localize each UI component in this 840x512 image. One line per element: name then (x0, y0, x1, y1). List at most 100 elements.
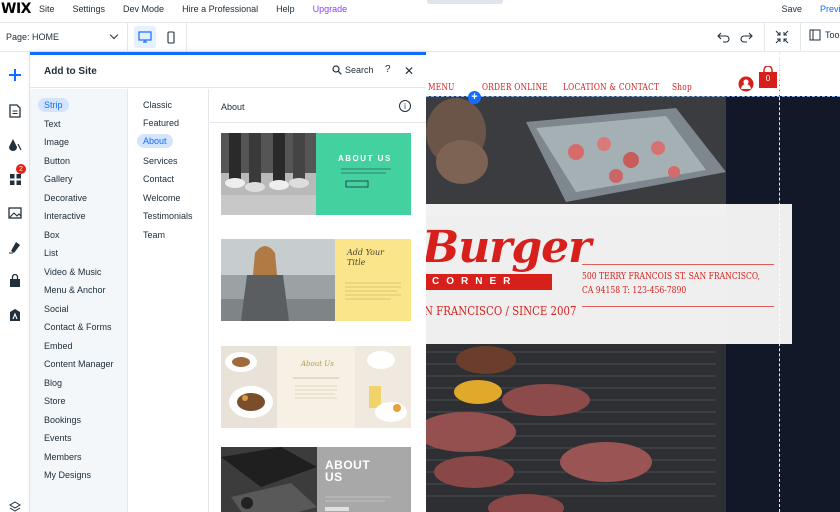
thumb1-heading: ABOUT US (338, 154, 392, 163)
category-decorative[interactable]: Decorative (44, 193, 87, 203)
design-button[interactable] (4, 134, 26, 156)
nav-shop[interactable]: Shop (672, 83, 692, 93)
subcategory-services[interactable]: Services (143, 156, 178, 166)
plus-icon (9, 69, 21, 81)
add-elements-button[interactable] (4, 64, 26, 86)
ascend-icon (10, 309, 20, 321)
about-preset-thumbnail-2[interactable]: Add Your Title (221, 239, 411, 321)
category-events[interactable]: Events (44, 433, 72, 443)
about-preset-thumbnail-4[interactable]: ABOUT US (221, 447, 411, 512)
preview-button[interactable]: Preview (820, 4, 840, 14)
address-divider (582, 306, 774, 307)
undo-button[interactable] (716, 29, 732, 45)
cart-icon[interactable]: 0 (758, 66, 778, 88)
category-interactive[interactable]: Interactive (44, 211, 86, 221)
category-strip[interactable]: Strip (38, 98, 69, 112)
save-button[interactable]: Save (781, 4, 802, 14)
media-button[interactable] (4, 202, 26, 224)
tools-button[interactable]: Tools (809, 29, 840, 41)
subcategory-contact[interactable]: Contact (143, 174, 174, 184)
shopping-bag-icon (10, 274, 20, 287)
menu-settings[interactable]: Settings (73, 4, 106, 14)
about-preset-thumbnail-1[interactable]: ABOUT US (221, 133, 411, 215)
category-contact-forms[interactable]: Contact & Forms (44, 322, 112, 332)
hero-title: Burger (426, 222, 591, 273)
close-icon[interactable]: ✕ (404, 64, 414, 78)
category-social[interactable]: Social (44, 304, 69, 314)
menu-upgrade[interactable]: Upgrade (313, 4, 348, 14)
category-members[interactable]: Members (44, 452, 82, 462)
about-preset-thumbnail-3[interactable]: About Us (221, 346, 411, 428)
cart-count: 0 (765, 74, 771, 83)
category-blog[interactable]: Blog (44, 378, 62, 388)
info-icon[interactable]: i (399, 100, 411, 112)
paint-drop-icon (9, 139, 22, 151)
add-section-plus-icon[interactable]: + (468, 91, 481, 104)
subcategory-welcome[interactable]: Welcome (143, 193, 180, 203)
subcategory-featured[interactable]: Featured (143, 118, 179, 128)
search-icon (332, 65, 342, 75)
category-content-manager[interactable]: Content Manager (44, 359, 114, 369)
category-list[interactable]: List (44, 248, 58, 258)
panel-search-button[interactable]: Search (332, 65, 374, 75)
nav-order-online[interactable]: ORDER ONLINE (482, 83, 548, 93)
preset-previews: About i ABOUT US Add Your Title About Us… (210, 89, 426, 512)
hero-banner[interactable]: Burger CORNER N FRANCISCO / SINCE 2007 5… (426, 204, 792, 344)
menu-site[interactable]: Site (39, 4, 55, 14)
subcategory-about[interactable]: About (137, 134, 173, 148)
top-center-tab (427, 0, 503, 4)
zoom-fit-button[interactable] (774, 29, 790, 45)
blog-button[interactable] (4, 236, 26, 258)
menu-dev-mode[interactable]: Dev Mode (123, 4, 164, 14)
category-image[interactable]: Image (44, 137, 69, 147)
category-box[interactable]: Box (44, 230, 60, 240)
category-video-music[interactable]: Video & Music (44, 267, 101, 277)
page-selector[interactable]: Page: HOME (0, 23, 128, 51)
redo-button[interactable] (738, 29, 754, 45)
header-boundary (426, 96, 840, 97)
layers-button[interactable] (4, 496, 26, 512)
collapse-arrows-icon (775, 30, 789, 44)
panel-title: Add to Site (44, 66, 97, 77)
toolbar-divider (186, 23, 187, 51)
category-embed[interactable]: Embed (44, 341, 73, 351)
category-bookings[interactable]: Bookings (44, 415, 81, 425)
editor-toolbar: Page: HOME Tools (0, 22, 840, 52)
add-to-site-panel: Add to Site Search ? ✕ Strip Text Image … (30, 52, 426, 512)
panel-header: Add to Site Search ? ✕ (30, 55, 426, 88)
store-button[interactable] (4, 270, 26, 292)
wix-logo[interactable]: WIX (1, 1, 39, 17)
menu-hire-professional[interactable]: Hire a Professional (182, 4, 258, 14)
address-divider (582, 264, 774, 265)
category-button[interactable]: Button (44, 156, 70, 166)
nav-location-contact[interactable]: LOCATION & CONTACT (563, 83, 659, 93)
subcategory-testimonials[interactable]: Testimonials (143, 211, 193, 221)
tools-icon (809, 29, 821, 41)
ascend-button[interactable] (4, 304, 26, 326)
subcategory-list: Classic Featured About Services Contact … (129, 89, 209, 512)
nav-menu[interactable]: MENU (428, 83, 455, 93)
site-canvas[interactable]: MENU ORDER ONLINE LOCATION & CONTACT Sho… (426, 52, 840, 512)
subcategory-team[interactable]: Team (143, 230, 165, 240)
food-photos-image (221, 346, 411, 428)
mobile-view-button[interactable] (160, 26, 182, 48)
menu-help[interactable]: Help (276, 4, 295, 14)
left-sidebar: 2 (0, 52, 30, 512)
section-divider (210, 122, 426, 123)
site-header[interactable]: MENU ORDER ONLINE LOCATION & CONTACT Sho… (426, 52, 840, 96)
desktop-icon (138, 31, 152, 43)
address-line-2: CA 94158 T: 123-456-7890 (582, 286, 687, 296)
category-text[interactable]: Text (44, 119, 61, 129)
mobile-icon (167, 30, 175, 44)
desktop-view-button[interactable] (134, 26, 156, 48)
apps-grid-icon (9, 173, 21, 185)
category-menu-anchor[interactable]: Menu & Anchor (44, 285, 106, 295)
subcategory-classic[interactable]: Classic (143, 100, 172, 110)
pages-button[interactable] (4, 100, 26, 122)
category-my-designs[interactable]: My Designs (44, 470, 91, 480)
category-gallery[interactable]: Gallery (44, 174, 73, 184)
account-icon (738, 76, 754, 92)
help-icon[interactable]: ? (385, 64, 391, 75)
redo-icon (740, 32, 753, 43)
category-store[interactable]: Store (44, 396, 66, 406)
